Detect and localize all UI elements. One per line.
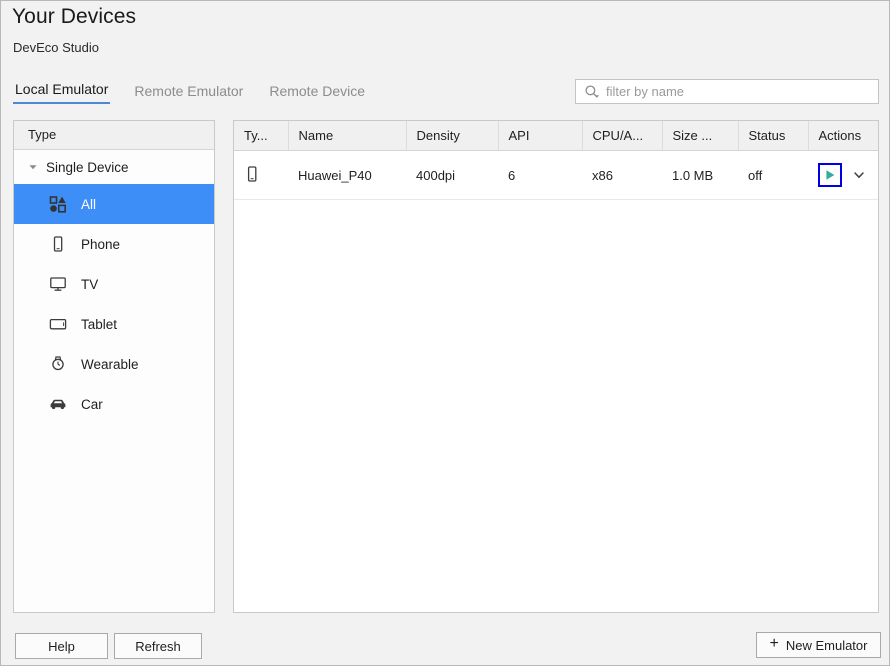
phone-icon [244, 171, 260, 186]
column-header-density[interactable]: Density [406, 121, 498, 151]
sidebar-item-label: Wearable [81, 357, 139, 372]
sidebar-item-all[interactable]: All [14, 184, 214, 224]
column-header-type[interactable]: Ty... [234, 121, 288, 151]
table-row[interactable]: Huawei_P40 400dpi 6 x86 1.0 MB off [234, 151, 878, 200]
car-icon [48, 394, 68, 414]
chevron-down-icon[interactable] [848, 164, 870, 186]
refresh-button[interactable]: Refresh [114, 633, 202, 659]
cell-api: 6 [498, 151, 582, 200]
sidebar-item-wearable[interactable]: Wearable [14, 344, 214, 384]
page-title: Your Devices [12, 5, 136, 29]
column-header-actions[interactable]: Actions [808, 121, 878, 151]
column-header-status[interactable]: Status [738, 121, 808, 151]
cell-actions [808, 151, 878, 200]
sidebar-item-tablet[interactable]: Tablet [14, 304, 214, 344]
all-shapes-icon [48, 194, 68, 214]
tablet-icon [48, 314, 68, 334]
sidebar-item-label: Car [81, 397, 103, 412]
cell-size: 1.0 MB [662, 151, 738, 200]
page-subtitle: DevEco Studio [13, 40, 99, 55]
cell-density: 400dpi [406, 151, 498, 200]
tab-bar: Local Emulator Remote Emulator Remote De… [13, 81, 367, 104]
column-header-cpu-abi[interactable]: CPU/A... [582, 121, 662, 151]
run-icon[interactable] [818, 163, 842, 187]
help-button[interactable]: Help [15, 633, 108, 659]
sidebar-item-car[interactable]: Car [14, 384, 214, 424]
watch-icon [48, 354, 68, 374]
cell-status: off [738, 151, 808, 200]
tv-icon [48, 274, 68, 294]
sidebar-item-label: Phone [81, 237, 120, 252]
table-header-row: Ty... Name Density API CPU/A... Size ...… [234, 121, 878, 151]
filter-search-box[interactable] [575, 79, 879, 104]
cell-type [234, 151, 288, 200]
chevron-down-icon[interactable] [26, 160, 40, 174]
device-type-sidebar: Type Single Device All [13, 120, 215, 613]
sidebar-item-phone[interactable]: Phone [14, 224, 214, 264]
tree-group-label: Single Device [46, 160, 129, 175]
search-input[interactable] [606, 84, 872, 99]
tab-remote-emulator[interactable]: Remote Emulator [132, 83, 245, 104]
search-icon[interactable] [584, 84, 600, 100]
your-devices-window: Your Devices DevEco Studio Local Emulato… [0, 0, 890, 666]
column-header-name[interactable]: Name [288, 121, 406, 151]
devices-table-panel: Ty... Name Density API CPU/A... Size ...… [233, 120, 879, 613]
new-emulator-label: New Emulator [786, 638, 868, 653]
sidebar-item-tv[interactable]: TV [14, 264, 214, 304]
tree-group-single-device[interactable]: Single Device [14, 150, 214, 184]
cell-name[interactable]: Huawei_P40 [288, 151, 406, 200]
devices-table: Ty... Name Density API CPU/A... Size ...… [234, 121, 878, 200]
cell-cpu-abi: x86 [582, 151, 662, 200]
sidebar-item-label: Tablet [81, 317, 117, 332]
plus-icon: + [770, 636, 779, 652]
sidebar-item-label: TV [81, 277, 98, 292]
new-emulator-button[interactable]: + New Emulator [756, 632, 881, 658]
column-header-api[interactable]: API [498, 121, 582, 151]
tab-local-emulator[interactable]: Local Emulator [13, 81, 110, 104]
column-header-size[interactable]: Size ... [662, 121, 738, 151]
tab-remote-device[interactable]: Remote Device [267, 83, 367, 104]
phone-icon [48, 234, 68, 254]
sidebar-header: Type [14, 121, 214, 150]
sidebar-item-label: All [81, 197, 96, 212]
